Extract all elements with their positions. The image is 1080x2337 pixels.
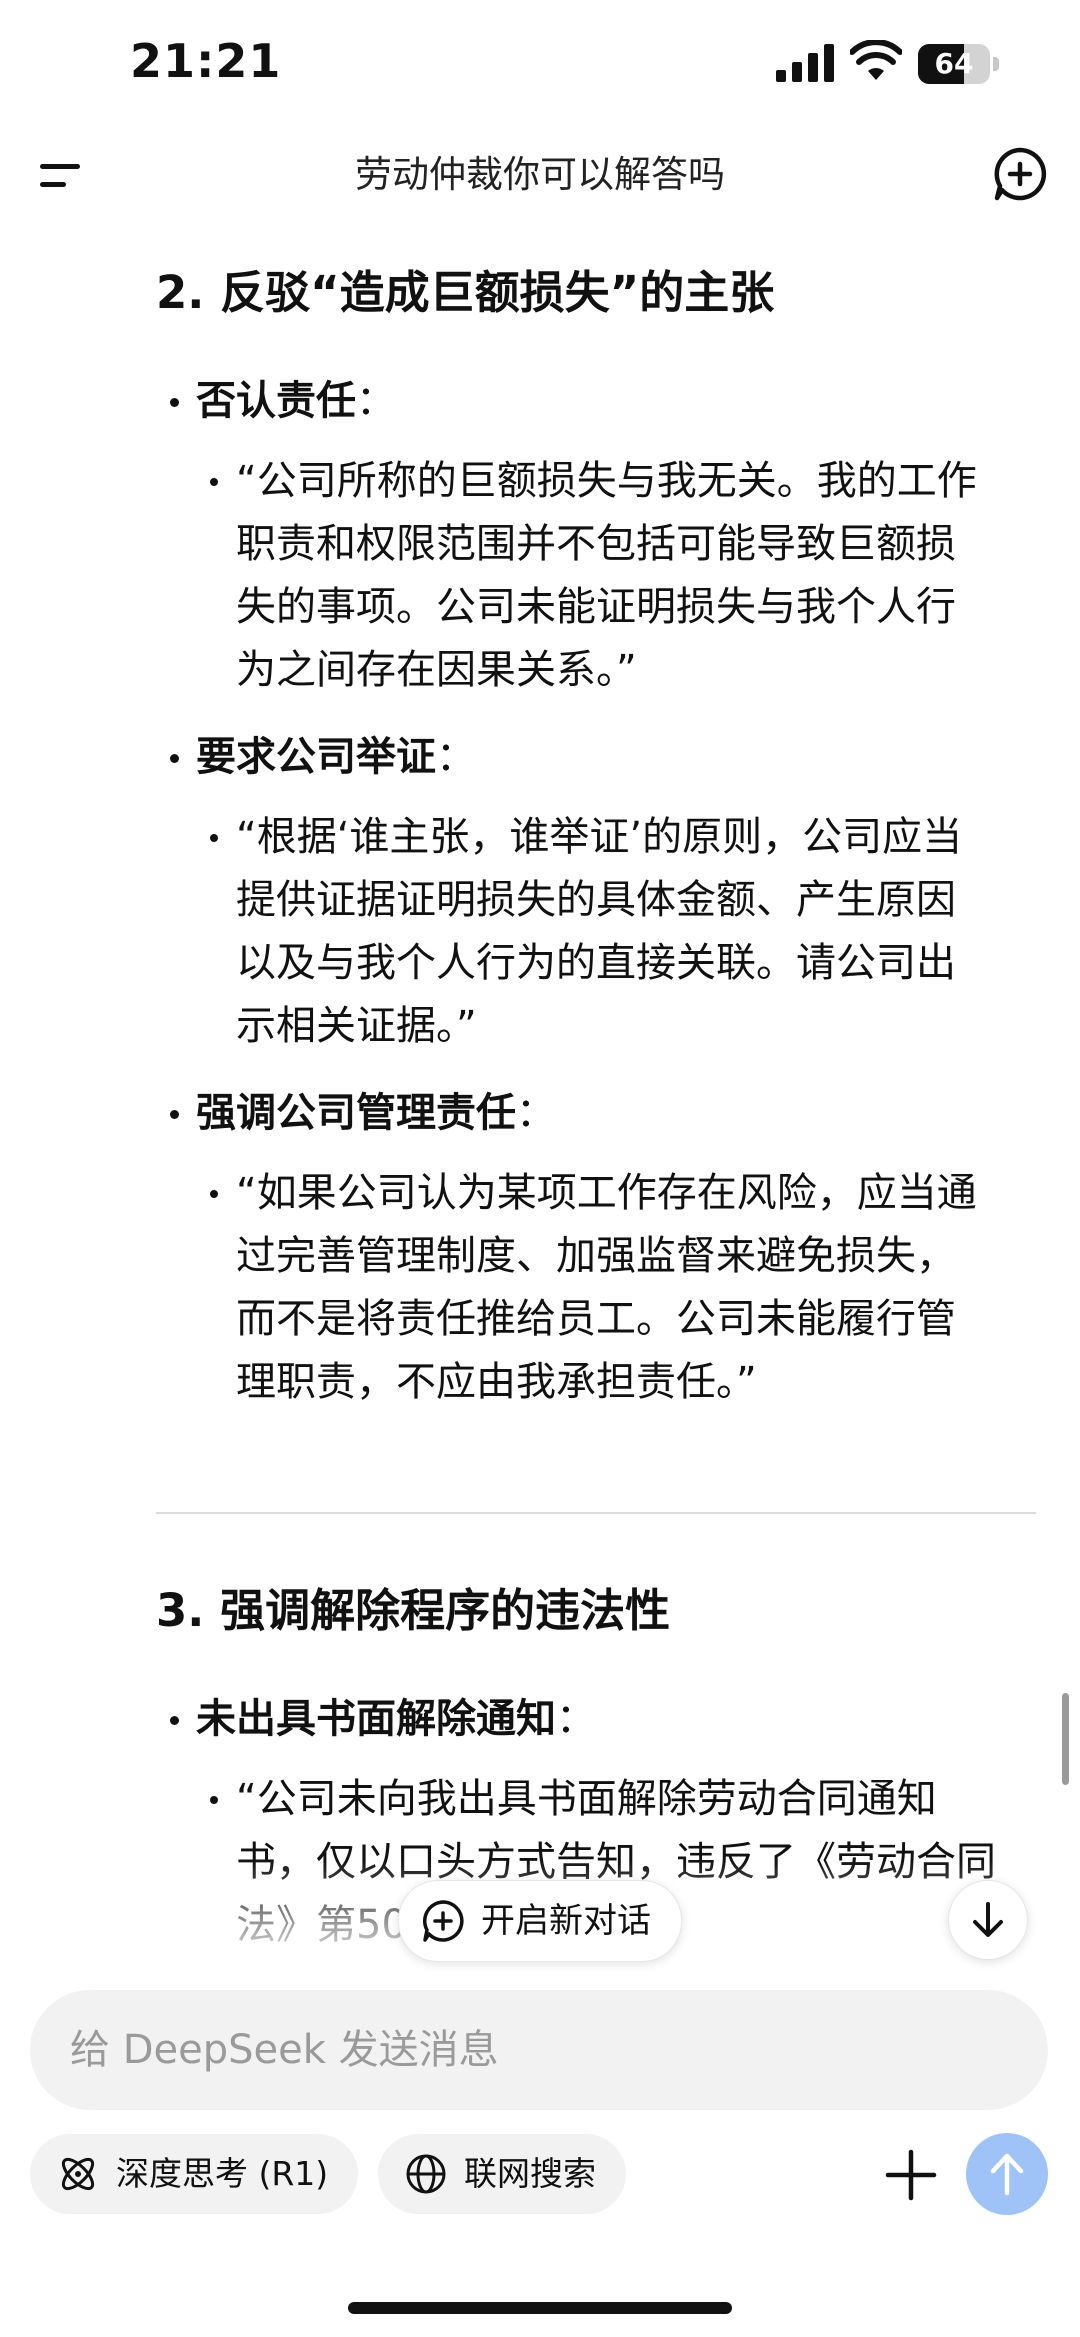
battery-indicator: 64: [918, 44, 1000, 84]
scroll-to-bottom-button[interactable]: [948, 1880, 1028, 1960]
list-item: 否认责任：: [170, 370, 396, 433]
send-button[interactable]: [966, 2133, 1048, 2215]
arrow-down-icon: [973, 1902, 1003, 1937]
list-item: 未出具书面解除通知：: [170, 1688, 596, 1751]
message-content: 2. 反驳“造成巨额损失”的主张 否认责任： “公司所称的巨额损失与我无关。我的…: [0, 230, 1080, 1950]
signal-icon: [776, 44, 834, 82]
menu-icon[interactable]: [36, 150, 86, 200]
status-bar: 21:21 64: [0, 0, 1080, 130]
web-search-label: 联网搜索: [464, 2154, 596, 2193]
quote-item: “如果公司认为某项工作存在风险，应当通 过完善管理制度、加强监督来避免损失， 而…: [210, 1162, 1036, 1414]
status-time: 21:21: [130, 34, 282, 88]
top-bar: 劳动仲裁你可以解答吗: [0, 130, 1080, 220]
plus-icon[interactable]: [878, 2142, 944, 2208]
message-input-placeholder: 给 DeepSeek 发送消息: [70, 2027, 499, 2073]
list-item: 强调公司管理责任：: [170, 1082, 556, 1145]
home-indicator: [348, 2302, 732, 2314]
section-heading: 3. 强调解除程序的违法性: [156, 1584, 671, 1637]
quote-item: “公司所称的巨额损失与我无关。我的工作 职责和权限范围并不包括可能导致巨额损 失…: [210, 450, 1036, 702]
deep-think-toggle[interactable]: 深度思考 (R1): [30, 2134, 358, 2214]
globe-icon: [406, 2154, 446, 2194]
deep-think-label: 深度思考 (R1): [116, 2154, 329, 2193]
list-item: 要求公司举证：: [170, 726, 476, 789]
section-heading: 2. 反驳“造成巨额损失”的主张: [156, 266, 775, 319]
message-input[interactable]: 给 DeepSeek 发送消息: [30, 1990, 1048, 2110]
chat-title: 劳动仲裁你可以解答吗: [355, 153, 725, 196]
chat-plus-icon: [423, 1900, 464, 1942]
new-dialog-button[interactable]: 开启新对话: [398, 1880, 682, 1962]
wifi-icon: [850, 40, 902, 80]
quote-item: “根据‘谁主张，谁举证’的原则，公司应当 提供证据证明损失的具体金额、产生原因 …: [210, 806, 1036, 1058]
scrollbar-thumb[interactable]: [1062, 1693, 1069, 1785]
atom-icon: [61, 2157, 95, 2191]
web-search-toggle[interactable]: 联网搜索: [378, 2134, 626, 2214]
new-dialog-label: 开启新对话: [481, 1901, 651, 1941]
battery-level: 64: [934, 47, 974, 80]
new-chat-icon[interactable]: [992, 146, 1048, 202]
divider: [156, 1512, 1036, 1514]
arrow-up-icon: [990, 2153, 1024, 2196]
